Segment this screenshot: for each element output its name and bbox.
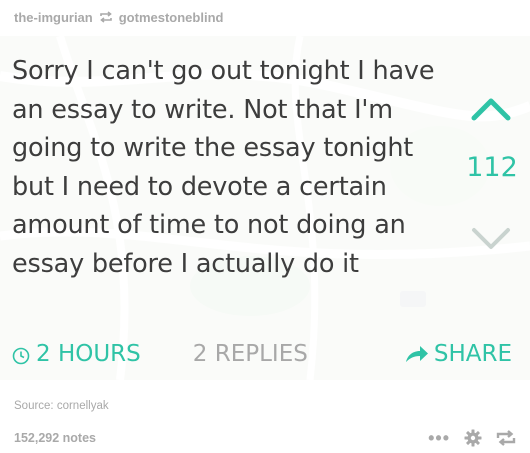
share-label: SHARE xyxy=(433,341,512,367)
reblogger-link[interactable]: gotmestoneblind xyxy=(119,10,224,25)
reblog-header: the-imgurian gotmestoneblind xyxy=(14,6,223,28)
upvote-icon[interactable] xyxy=(468,94,514,124)
tumblr-post: the-imgurian gotmestoneblind Sorry I can… xyxy=(0,0,530,453)
vote-widget: 112 xyxy=(462,94,522,254)
reblog-action-icon[interactable] xyxy=(496,430,516,446)
downvote-icon[interactable] xyxy=(468,224,514,254)
notes-count[interactable]: 152,292 notes xyxy=(14,431,96,445)
post-actions: ••• xyxy=(428,429,516,447)
clock-icon xyxy=(12,345,30,365)
share-arrow-icon xyxy=(404,343,430,365)
yak-card: Sorry I can't go out tonight I have an e… xyxy=(0,36,530,380)
yak-message: Sorry I can't go out tonight I have an e… xyxy=(12,56,435,279)
post-time: 2 HOURS xyxy=(12,341,141,367)
vote-count: 112 xyxy=(466,152,518,183)
replies-button[interactable]: 2 REPLIES xyxy=(193,341,308,367)
reblog-icon xyxy=(99,10,115,24)
post-source[interactable]: Source: cornellyak xyxy=(14,400,109,412)
original-poster-link[interactable]: the-imgurian xyxy=(14,10,93,25)
more-icon[interactable]: ••• xyxy=(428,429,450,447)
post-footer: 152,292 notes ••• xyxy=(14,428,516,448)
gear-icon[interactable] xyxy=(464,429,482,447)
share-button[interactable]: SHARE xyxy=(404,341,512,367)
time-label: 2 HOURS xyxy=(36,341,141,367)
yak-footer: 2 HOURS 2 REPLIES SHARE xyxy=(12,336,512,372)
